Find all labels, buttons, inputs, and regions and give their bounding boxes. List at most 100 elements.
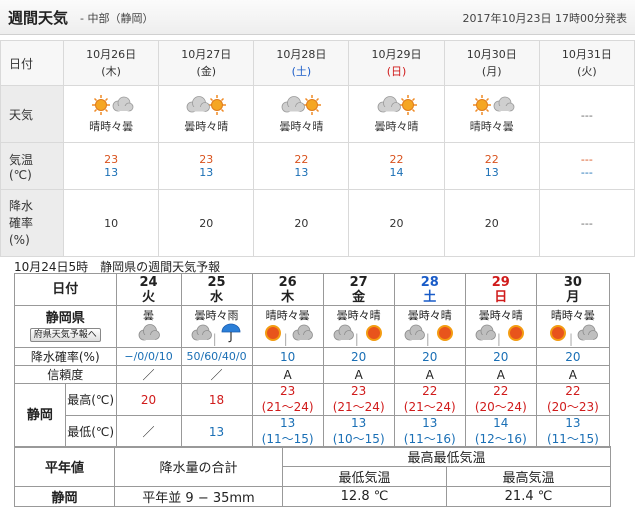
pref-cell: 静岡県 府県天気予報へ [14, 305, 117, 348]
sun-then-cloud-icon [472, 95, 515, 115]
date-cell: 10月26日 (木) [62, 40, 160, 86]
weather-cell: 晴時々曇 [443, 85, 540, 143]
sun-icon [549, 325, 566, 341]
high-temp: 23 [104, 153, 119, 166]
date-header-label: 日付 [14, 273, 117, 306]
reliability-cell: A [393, 365, 466, 384]
day-header: 25 水 [180, 273, 253, 306]
cloud-icon [475, 324, 496, 341]
cloud-then-sun-icon [186, 95, 227, 115]
min-temp-cell: 14 (12〜16) [464, 415, 537, 448]
date-cell: 10月31日 (火) [538, 40, 635, 86]
max-temp-cell: 22 (21〜24) [393, 383, 466, 416]
weather-text: 曇時々晴 [374, 120, 419, 133]
weather-cell: 曇時々雨 | [180, 305, 253, 348]
min-temp-label: 最低(℃) [64, 415, 117, 448]
cloud-icon [138, 324, 160, 341]
sun-icon [264, 325, 281, 341]
temperature-cell: 23 13 [158, 142, 255, 190]
day-header: 29 日 [464, 273, 537, 306]
reliability-cell: A [535, 365, 611, 384]
sun-icon [436, 325, 453, 341]
reliability-cell: A [464, 365, 537, 384]
rain-cell: 20 [348, 189, 445, 257]
cloud-icon [333, 324, 354, 341]
weather-text: 曇時々晴 [184, 120, 229, 133]
high-temp: 22 [294, 153, 309, 166]
sun-then-cloud-icon [92, 95, 134, 115]
min-temp-cell: 13 [180, 415, 253, 448]
low-temp: 14 [389, 166, 404, 179]
max-temp-cell: 23 (21〜24) [322, 383, 395, 416]
weather-text: 晴時々曇 [469, 120, 514, 133]
high-temp: 22 [389, 153, 404, 166]
precip-label: 降水量の合計 [114, 446, 283, 487]
pref-forecast-button[interactable]: 府県天気予報へ [29, 328, 101, 342]
weather-cell: 曇時々晴 [253, 85, 350, 143]
cloud-icon [191, 324, 212, 341]
weather-row-label: 天気 [0, 85, 64, 143]
date-header-row: 日付 24 火 25 水 26 木 27 金 28 土 29 日 30 月 [14, 273, 611, 306]
temperature-cell: --- --- [538, 142, 635, 190]
temperature-cell: 23 13 [62, 142, 160, 190]
weather-cell: 曇時々晴 | [464, 305, 537, 348]
normals-city: 静岡 [14, 486, 115, 507]
reliability-cell: A [322, 365, 395, 384]
low-temp: 13 [294, 166, 309, 179]
rain-cell: --- [538, 189, 635, 257]
pref-label: 静岡県 [45, 311, 85, 326]
min-temp-cell: ／ [115, 415, 182, 448]
date-row-label: 日付 [0, 40, 64, 86]
low-temp: 13 [104, 166, 119, 179]
temperature-cell: 22 14 [348, 142, 445, 190]
rain-cell: 20 [535, 347, 611, 366]
weather-text: 晴時々曇 [89, 120, 134, 133]
weather-cell: 曇時々晴 [158, 85, 255, 143]
max-temp-cell: 22 (20〜23) [535, 383, 611, 416]
normals-value-row: 静岡 平年並 9 − 35mm 12.8 ℃ 21.4 ℃ [14, 486, 612, 507]
date-cell: 10月29日 (日) [348, 40, 445, 86]
max-temp-row: 静岡 最高(℃) 20 18 23 (21〜24) 23 (21〜24) 22 (21… [14, 383, 611, 448]
date-row: 日付 10月26日 (木) 10月27日 (金) 10月28日 (土) 10月29日(… [0, 40, 635, 86]
rain-cell: 20 [464, 347, 537, 366]
temperature-row: 気温 (℃) 23 13 23 13 22 13 22 14 22 13 --- --- [0, 142, 635, 190]
weather-row: 静岡県 府県天気予報へ 曇 曇時々雨 | 晴時々曇 | 曇時々晴 | 曇時々晴 … [14, 305, 611, 348]
day-header: 26 木 [251, 273, 324, 306]
weather-row: 天気 晴時々曇 曇時々晴 曇時々晴 曇時々晴 晴時々曇 --- [0, 85, 635, 143]
max-temp-cell: 20 [115, 383, 182, 416]
weather-cell: 曇時々晴 | [393, 305, 466, 348]
weather-text: --- [580, 108, 593, 122]
day-header: 30 月 [535, 273, 611, 306]
max-temp-cell: 23 (21〜24) [251, 383, 324, 416]
reliability-cell: ／ [115, 365, 182, 384]
weather-text: 曇時々晴 [279, 120, 324, 133]
date-cell: 10月30日 (月) [443, 40, 540, 86]
city-label: 静岡 [14, 383, 66, 448]
temperature-cell: 22 13 [253, 142, 350, 190]
reliability-label: 信頼度 [14, 365, 117, 384]
date-cell: 10月27日 (金) [158, 40, 255, 86]
day-header: 27 金 [322, 273, 395, 306]
min-temp-cell: 13 (10〜15) [322, 415, 395, 448]
normals-title: 平年値 [14, 446, 115, 487]
weather-cell: 晴時々曇 | [251, 305, 324, 348]
day-header: 24 火 [115, 273, 182, 306]
reliability-row: 信頼度 ／ ／ A A A A A [14, 365, 611, 384]
rain-cell: 20 [322, 347, 395, 366]
normals-header-row: 平年値 降水量の合計 最高最低気温 [14, 446, 612, 487]
rain-cell: 20 [158, 189, 255, 257]
umbrella-icon [222, 323, 241, 343]
temperature-cell: 22 13 [443, 142, 540, 190]
sun-icon [365, 325, 382, 341]
weather-cell: 晴時々曇 [62, 85, 160, 143]
weather-cell: --- [538, 85, 635, 143]
high-temp: --- [580, 153, 593, 166]
rain-cell: 50/60/40/0 [180, 347, 253, 366]
min-normal-value: 12.8 ℃ [282, 486, 447, 507]
min-temp-cell: 13 (11〜15) [251, 415, 324, 448]
rain-cell: 10 [251, 347, 324, 366]
rain-cell: 20 [443, 189, 540, 257]
temperature-row-label: 気温 (℃) [0, 142, 64, 190]
hilo-label: 最高最低気温 [281, 446, 612, 467]
date-cell: 10月28日 (土) [253, 40, 350, 86]
